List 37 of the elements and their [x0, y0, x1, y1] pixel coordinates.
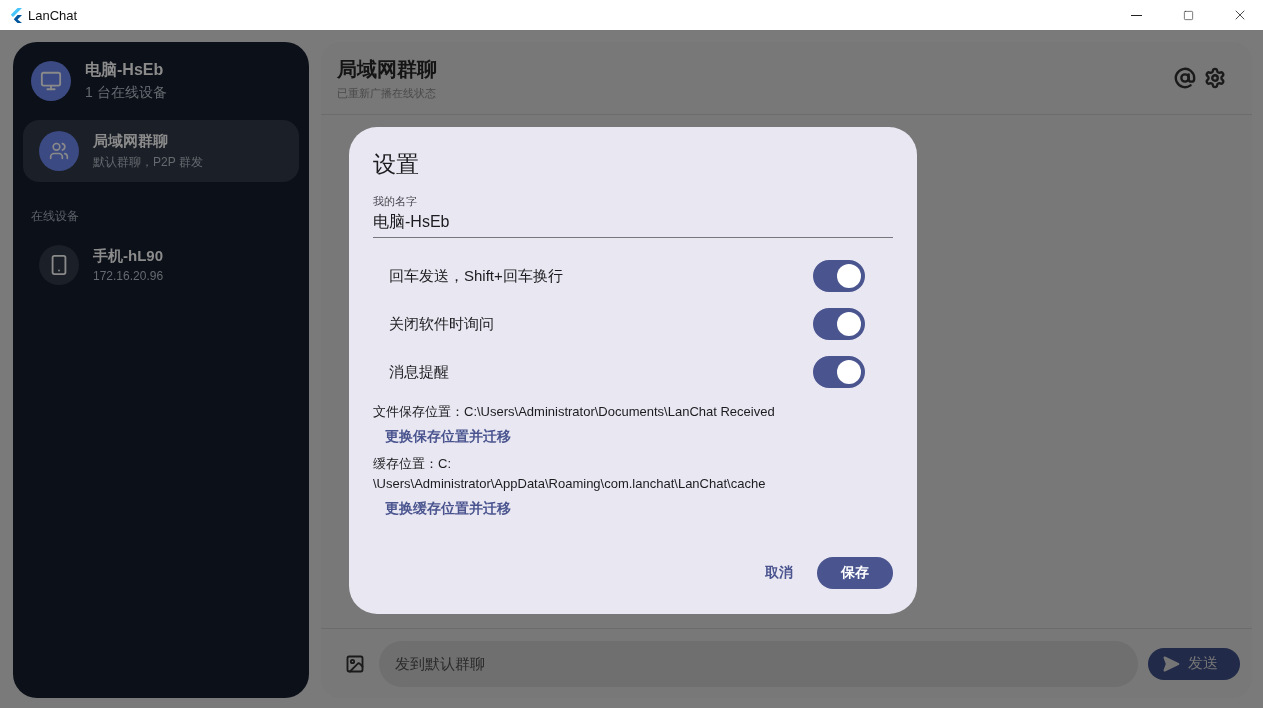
toggle-label: 关闭软件时询问: [389, 314, 494, 334]
section-label: 在线设备: [31, 208, 80, 225]
minimize-icon: [1130, 14, 1142, 16]
toggle-label: 消息提醒: [389, 362, 449, 382]
send-icon: [1162, 654, 1180, 673]
field-label: 我的名字: [373, 194, 418, 209]
toggle-switch[interactable]: [813, 356, 865, 388]
online-count: 1 台在线设备: [85, 84, 167, 102]
image-icon: [345, 653, 365, 674]
location-text: 文件保存位置：C:\Users\Administrator\Documents\LanChat Received: [373, 403, 776, 421]
change-location-button[interactable]: 更换缓存位置并迁移: [373, 496, 523, 522]
maximize-icon: [1182, 9, 1194, 21]
window-title: LanChat: [28, 7, 79, 23]
location-text: 缓存位置：C: \Users\Administrator\AppData\Roaming\com.lanchat\LanChat\cache: [373, 455, 767, 493]
dialog-title: 设置: [373, 150, 420, 179]
device-item[interactable]: 手机-hL90 172.16.20.96: [23, 245, 299, 285]
cancel-button[interactable]: 取消: [755, 556, 803, 590]
chat-item[interactable]: 局域网群聊 默认群聊，P2P 群发: [23, 120, 299, 182]
at-sign-icon: [1174, 67, 1196, 89]
chat-title: 局域网群聊: [337, 56, 437, 82]
toggle-label: 回车发送，Shift+回车换行: [389, 266, 563, 286]
people-icon: [49, 141, 69, 161]
send-button[interactable]: 发送: [1148, 647, 1240, 680]
settings-icon: [1204, 67, 1226, 89]
change-location-button[interactable]: 更换保存位置并迁移: [373, 424, 523, 450]
message-field[interactable]: 发到默认群聊: [379, 640, 1138, 687]
toggle-switch[interactable]: [813, 260, 865, 292]
monitor-icon: [40, 70, 62, 92]
chat-name: 局域网群聊: [93, 131, 169, 151]
device-name: 手机-hL90: [93, 247, 164, 266]
device-address: 172.16.20.96: [93, 269, 164, 283]
name-field[interactable]: 电脑-HsEb: [373, 213, 893, 238]
chat-subtitle: 默认群聊，P2P 群发: [93, 153, 203, 171]
app-logo-icon: [10, 7, 22, 23]
device-name: 电脑-HsEb: [85, 60, 165, 80]
toggle-switch[interactable]: [813, 308, 865, 340]
save-button[interactable]: 保存: [817, 557, 893, 589]
